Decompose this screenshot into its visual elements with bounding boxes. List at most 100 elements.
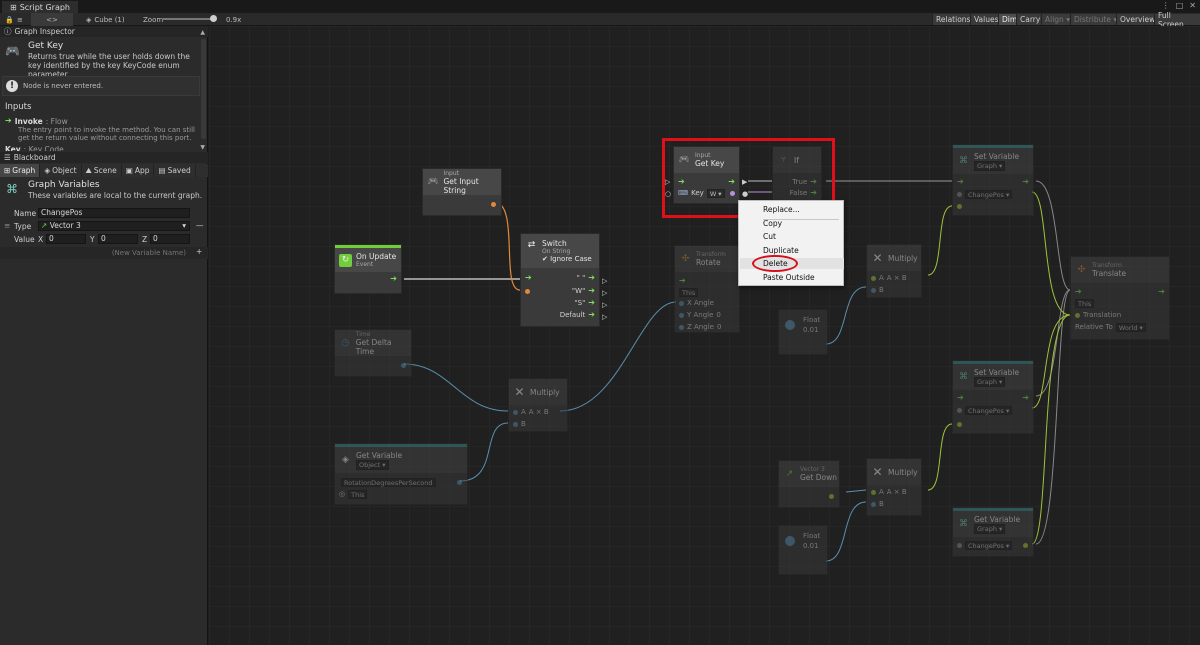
variable-kind-dropdown[interactable]: Graph ▾ [974,524,1006,534]
target-input[interactable]: This [679,287,699,297]
scroll-down-icon[interactable]: ▼ [200,144,205,151]
flow-input-port[interactable]: ➔ [1075,287,1082,297]
y-field[interactable]: 0 [98,234,138,244]
flow-input-port[interactable]: ➔ [957,393,964,403]
float-node[interactable]: Float 0.01 [778,309,828,355]
tab-app[interactable]: ▣ App [122,164,155,177]
drag-handle-icon[interactable]: ≡ [4,221,10,230]
flow-input-port[interactable]: ➔ [679,276,686,286]
x-angle-input[interactable]: X Angle [679,298,714,308]
new-variable-input[interactable] [0,247,190,259]
target-object[interactable]: ◈ Cube (1) [86,13,125,26]
vector-output-port[interactable] [829,491,834,501]
menu-item-replace[interactable]: Replace... [763,204,800,215]
target-input[interactable]: This [1075,298,1095,308]
carry-button[interactable]: Carry [1016,14,1044,25]
code-view-button[interactable]: <> [31,13,73,26]
translate-node[interactable]: ✣ Transform Translate ➔ ➔ This Translati… [1070,256,1170,340]
b-input[interactable]: B [871,285,884,295]
switch-node[interactable]: ⇄ Switch On String ✔ Ignore Case ➔ " " ➔ … [520,233,600,327]
float-node[interactable]: Float 0.01 [778,525,828,575]
flow-output-port[interactable]: ➔ [1158,287,1165,297]
lock-icon[interactable]: 🔒 [5,13,14,26]
b-input[interactable]: B [513,419,526,429]
menu-item-paste-outside[interactable]: Paste Outside [763,272,815,283]
ignore-case-toggle[interactable]: ✔ Ignore Case [542,255,592,264]
relative-to-input[interactable]: Relative To World ▾ [1075,322,1146,332]
set-variable-node[interactable]: ⌘ Set Variable Graph ▾ ➔ ➔ ChangePos ▾ [952,144,1034,216]
name-field[interactable]: ChangePos [38,208,190,218]
get-input-string-node[interactable]: 🎮 Input Get Input String [422,168,502,216]
tab-object[interactable]: ◈ Object [40,164,82,177]
flow-output-port[interactable]: ➔ [1022,177,1029,187]
value-output-port[interactable] [1023,540,1028,550]
default-output[interactable]: Default ➔ [560,310,595,320]
type-dropdown[interactable]: ↗ Vector 3 ▾ [38,221,190,231]
a-input[interactable]: AA × B [871,487,907,497]
b-input[interactable]: B [871,499,884,509]
float-value[interactable]: 0.01 [803,542,819,550]
add-variable-button[interactable]: + [196,247,202,256]
rotate-node[interactable]: ✣ Transform Rotate ➔ This X Angle Y Angl… [674,245,740,333]
value-input[interactable] [957,419,962,429]
get-variable-graph-node[interactable]: ⌘ Get Variable Graph ▾ ChangePos ▾ [952,507,1034,557]
get-delta-time-node[interactable]: ◷ Time Get Delta Time [334,329,412,377]
value-input[interactable] [957,201,962,211]
overview-button[interactable]: Overview [1116,14,1159,25]
menu-item-copy[interactable]: Copy [763,218,782,229]
value-output-port[interactable] [457,477,462,487]
z-field[interactable]: 0 [150,234,190,244]
multiply-node[interactable]: ✕ Multiply AA × B B [866,244,922,298]
tab-graph[interactable]: ⊞ Graph [0,164,41,177]
case-output-1[interactable]: " " ➔ [577,273,595,283]
variable-kind-dropdown[interactable]: Object ▾ [356,460,389,470]
distribute-dropdown[interactable]: Distribute ▾ [1070,14,1121,25]
x-field[interactable]: 0 [46,234,86,244]
flow-output-port[interactable]: ➔ [1022,393,1029,403]
variable-name-input[interactable]: ChangePos ▾ [957,189,1013,199]
get-variable-object-node[interactable]: ◈ Get Variable Object ▾ RotationDegreesP… [334,443,468,505]
more-icon[interactable]: ⋮ [1162,1,1170,10]
translation-input[interactable]: Translation [1075,310,1121,320]
flow-input-port[interactable]: ➔ [957,177,964,187]
variable-name-input[interactable]: ChangePos ▾ [957,405,1013,415]
relations-button[interactable]: Relations [932,14,974,25]
zoom-slider-handle[interactable] [210,15,217,22]
menu-icon[interactable]: ≡ [17,13,23,26]
flow-input-port[interactable]: ➔ [525,273,532,283]
close-icon[interactable]: ✕ [1189,1,1196,10]
target-input[interactable]: ◎ This [339,489,368,499]
a-input[interactable]: AA × B [871,273,907,283]
tab-scene[interactable]: ⛰ Scene [82,164,122,177]
variable-name-input[interactable]: ChangePos ▾ [957,540,1013,550]
case-output-3[interactable]: "S" ➔ [574,298,595,308]
zoom-slider-track[interactable] [163,18,215,20]
set-variable-node[interactable]: ⌘ Set Variable Graph ▾ ➔ ➔ ChangePos ▾ [952,360,1034,434]
multiply-node[interactable]: ✕ Multiply AA × B B [508,378,568,432]
values-button[interactable]: Values [970,14,1002,25]
remove-variable-button[interactable]: — [196,221,204,230]
float-output-port[interactable] [401,360,406,370]
y-angle-input[interactable]: Y Angle 0 [679,310,721,320]
scroll-up-icon[interactable]: ▲ [200,29,205,36]
flow-output-port[interactable]: ➔ [390,274,397,284]
inspector-scrollbar[interactable] [201,39,206,139]
variable-kind-dropdown[interactable]: Graph ▾ [974,377,1006,387]
align-dropdown[interactable]: Align ▾ [1041,14,1073,25]
string-output-port[interactable] [491,199,496,209]
multiply-node[interactable]: ✕ Multiply AA × B B [866,458,922,516]
a-input[interactable]: AA × B [513,407,549,417]
vector3-get-down-node[interactable]: ↗ Vector 3 Get Down [778,460,840,508]
fullscreen-button[interactable]: Full Screen [1154,11,1200,29]
variable-name-input[interactable]: RotationDegreesPerSecond [341,477,436,487]
menu-item-cut[interactable]: Cut [763,231,776,242]
float-value[interactable]: 0.01 [803,326,819,334]
on-update-node[interactable]: ↻ On Update Event ➔ [334,244,402,294]
tab-saved[interactable]: ▤ Saved [154,164,196,177]
variable-kind-dropdown[interactable]: Graph ▾ [974,161,1006,171]
string-input-port[interactable] [525,286,530,296]
case-output-2[interactable]: "W" ➔ [572,286,595,296]
z-angle-input[interactable]: Z Angle 0 [679,322,721,332]
tab-script-graph[interactable]: ⊞ Script Graph [2,1,78,13]
maximize-icon[interactable]: □ [1176,1,1184,10]
